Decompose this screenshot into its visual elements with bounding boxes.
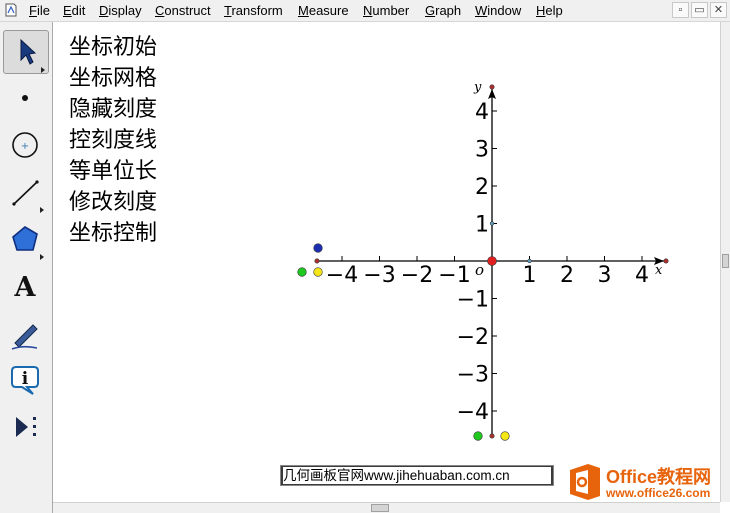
point-tool[interactable]: [3, 77, 49, 121]
office-logo-icon: [570, 464, 600, 500]
y-tick-label: 2: [475, 175, 489, 200]
information-tool[interactable]: i: [3, 359, 49, 403]
marker-tool-icon: [11, 324, 38, 350]
information-tool-icon: i: [11, 366, 39, 395]
vertical-scrollbar[interactable]: [720, 22, 730, 502]
vertical-scroll-thumb[interactable]: [722, 254, 729, 268]
polygon-tool[interactable]: [3, 218, 49, 262]
y-tick-label: −2: [457, 325, 489, 350]
app-icon[interactable]: [4, 3, 18, 17]
text-tool[interactable]: A: [3, 265, 49, 309]
straightedge-tool-icon: [12, 180, 44, 213]
horizontal-scroll-thumb[interactable]: [371, 504, 389, 512]
office-logo: Office教程网 www.office26.com: [566, 462, 726, 502]
menu-help[interactable]: Help: [536, 3, 563, 18]
x-tick-label: −1: [438, 263, 470, 288]
x-tick-label: −3: [363, 263, 395, 288]
x-tick-label: 1: [523, 263, 537, 288]
menu-number[interactable]: Number: [363, 3, 409, 18]
coordinate-graph: −4 −3 −2 −1 1 2 3 44321−1−2−3−4xyo: [297, 80, 669, 441]
menu-edit[interactable]: Edit: [63, 3, 85, 18]
toolbox: + A i: [0, 22, 53, 513]
watermark-text: 几何画板官网www.jihehuaban.com.cn: [283, 467, 551, 484]
control-point-blue: [313, 243, 323, 253]
control-point-yellow-bottom: [500, 431, 510, 441]
control-point-green-left: [297, 267, 307, 277]
arrow-select-icon: [20, 38, 45, 73]
point-tool-icon: [22, 95, 28, 101]
svg-text:A: A: [14, 272, 37, 303]
x-tick-label: 2: [560, 263, 574, 288]
minimize-button[interactable]: ▫: [672, 2, 689, 18]
origin-point: [487, 256, 497, 266]
compass-tool-icon: +: [12, 132, 38, 158]
polygon-tool-icon: [12, 226, 44, 260]
restore-button[interactable]: ▭: [691, 2, 708, 18]
origin-label: o: [475, 261, 484, 279]
logo-url: www.office26.com: [606, 486, 711, 500]
y-tick-label: −3: [457, 363, 489, 388]
menu-display[interactable]: Display: [99, 3, 142, 18]
y-tick-label: 1: [475, 213, 489, 238]
svg-text:+: +: [21, 141, 29, 152]
x-tick-label: 4: [635, 263, 649, 288]
y-axis-end-point: [489, 84, 495, 90]
x-axis-label: x: [655, 263, 663, 278]
close-button[interactable]: ✕: [710, 2, 727, 18]
x-tick-label: −2: [401, 263, 433, 288]
menu-measure[interactable]: Measure: [298, 3, 349, 18]
marker-tool[interactable]: [3, 312, 49, 356]
y-tick-label: −1: [457, 288, 489, 313]
x-unit-point: [527, 258, 532, 264]
svg-text:i: i: [22, 369, 29, 389]
y-tick-label: 4: [475, 100, 489, 125]
menu-window[interactable]: Window: [475, 3, 521, 18]
straightedge-tool[interactable]: [3, 171, 49, 215]
y-unit-point: [489, 221, 495, 226]
watermark-banner: 几何画板官网www.jihehuaban.com.cn: [280, 465, 554, 486]
compass-tool[interactable]: +: [3, 124, 49, 168]
control-point-yellow-left: [313, 267, 323, 277]
horizontal-scrollbar[interactable]: [53, 502, 720, 513]
y-tick-label: 3: [475, 138, 489, 163]
arrow-tool[interactable]: [3, 30, 49, 74]
custom-tool-icon: [16, 417, 36, 437]
x-axis-start-point: [314, 258, 320, 264]
y-tick-label: −4: [457, 400, 489, 425]
x-axis-end-point: [663, 258, 669, 264]
menu-bar: File Edit Display Construct Transform Me…: [0, 0, 730, 22]
sketch-canvas[interactable]: 坐标初始 坐标网格 隐藏刻度 控刻度线 等单位长 修改刻度 坐标控制 −4 −3−…: [53, 22, 720, 502]
menu-transform[interactable]: Transform: [224, 3, 283, 18]
menu-file[interactable]: File: [29, 3, 50, 18]
custom-tool[interactable]: [3, 406, 49, 450]
text-tool-icon: A: [14, 272, 37, 303]
menu-graph[interactable]: Graph: [425, 3, 461, 18]
y-axis-label: y: [473, 80, 482, 95]
y-axis-start-point: [489, 433, 495, 439]
x-tick-label: −4: [326, 263, 358, 288]
x-tick-label: 3: [598, 263, 612, 288]
menu-construct[interactable]: Construct: [155, 3, 211, 18]
control-point-green-bottom: [473, 431, 483, 441]
